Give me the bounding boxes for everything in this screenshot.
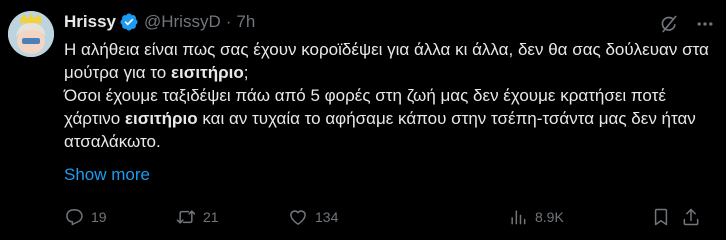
author-name[interactable]: Hrissy bbox=[64, 12, 116, 32]
like-button[interactable]: 134 bbox=[288, 207, 338, 227]
views-chart-icon bbox=[508, 207, 528, 227]
text-segment: ; bbox=[243, 63, 249, 82]
bold-keyword: εισιτήριο bbox=[170, 63, 244, 82]
bold-keyword: εισιτήριο bbox=[124, 109, 198, 128]
avatar[interactable] bbox=[8, 11, 54, 57]
heart-icon bbox=[288, 207, 308, 227]
like-count: 134 bbox=[315, 209, 339, 225]
retweet-count: 21 bbox=[203, 209, 219, 225]
show-more-link[interactable]: Show more bbox=[64, 165, 150, 185]
top-actions bbox=[656, 11, 718, 37]
more-horizontal-icon[interactable] bbox=[692, 11, 718, 37]
tweet[interactable]: Hrissy @HrissyD · 7h Η αλήθεια είναι πως… bbox=[0, 0, 726, 240]
views-button[interactable]: 8.9K bbox=[508, 207, 564, 227]
retweet-icon bbox=[176, 207, 196, 227]
bookmark-icon bbox=[651, 207, 671, 227]
views-count: 8.9K bbox=[535, 209, 564, 225]
share-button[interactable] bbox=[681, 207, 701, 227]
grok-icon[interactable] bbox=[656, 11, 682, 37]
header-separator: · bbox=[225, 12, 232, 31]
tweet-header: Hrissy @HrissyD · 7h bbox=[64, 11, 255, 33]
author-handle[interactable]: @HrissyD bbox=[144, 12, 221, 32]
tweet-paragraph-2: Όσοι έχουμε ταξιδέψει πάω από 5 φορές στ… bbox=[64, 84, 714, 153]
reply-count: 19 bbox=[91, 209, 107, 225]
retweet-button[interactable]: 21 bbox=[176, 207, 219, 227]
tweet-text: Η αλήθεια είναι πως σας έχουν κοροϊδέψει… bbox=[64, 38, 714, 153]
action-bar: 19 21 134 8.9K bbox=[64, 204, 699, 230]
bookmark-button[interactable] bbox=[651, 207, 671, 227]
tweet-timestamp[interactable]: 7h bbox=[236, 12, 255, 32]
reply-button[interactable]: 19 bbox=[64, 207, 107, 227]
verified-badge-icon bbox=[119, 12, 139, 32]
reply-icon bbox=[64, 207, 84, 227]
tweet-paragraph-1: Η αλήθεια είναι πως σας έχουν κοροϊδέψει… bbox=[64, 38, 714, 84]
share-icon bbox=[681, 207, 701, 227]
text-segment: Η αλήθεια είναι πως σας έχουν κοροϊδέψει… bbox=[64, 40, 709, 82]
